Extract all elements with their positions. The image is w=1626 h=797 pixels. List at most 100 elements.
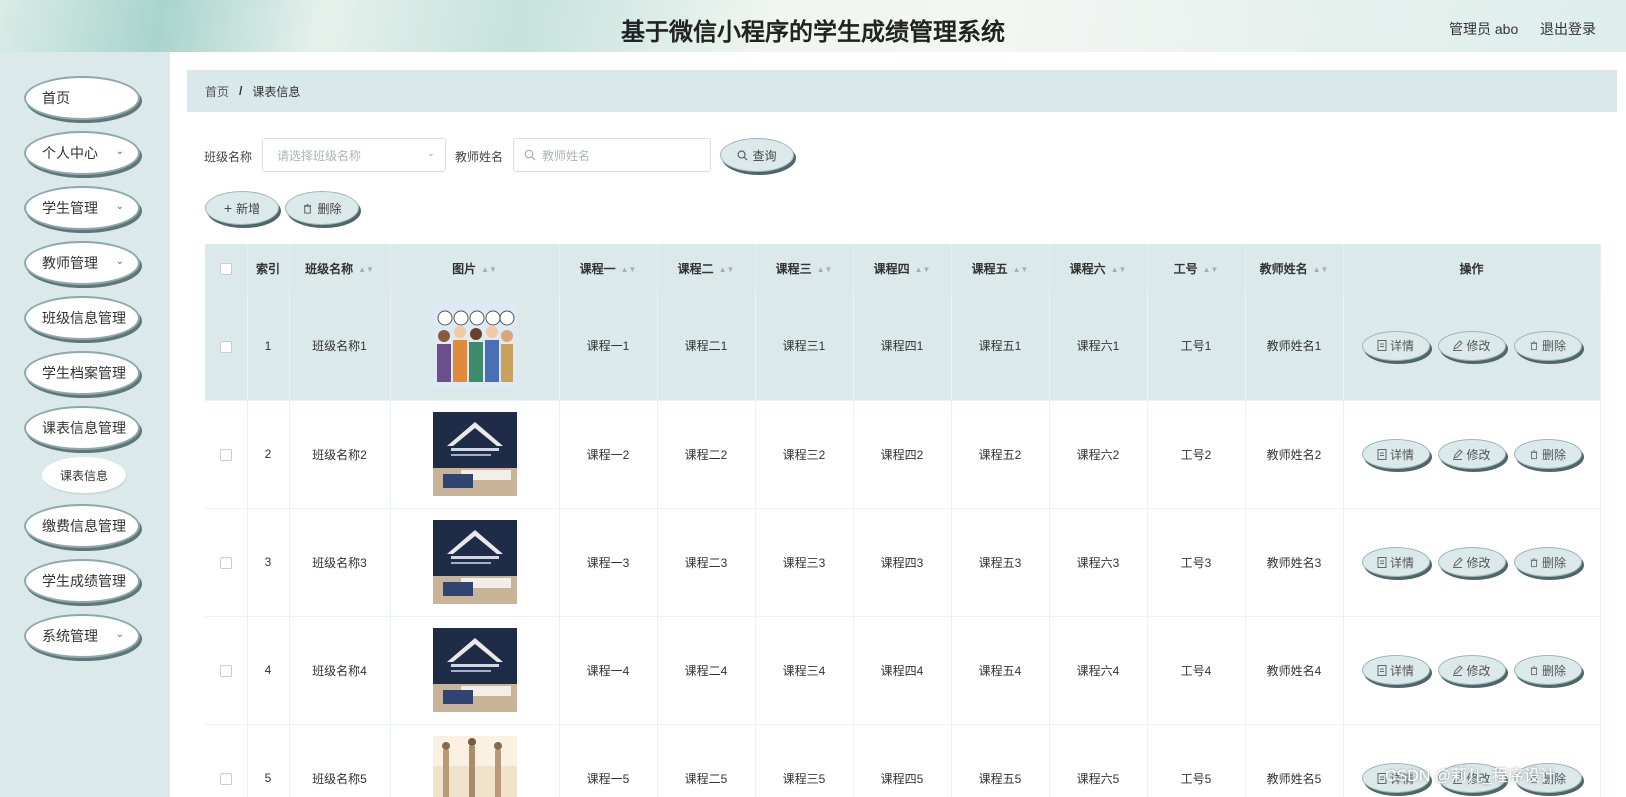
detail-button[interactable]: 详情 bbox=[1361, 330, 1430, 361]
breadcrumb: 首页 / 课表信息 bbox=[187, 70, 1617, 112]
teacher-name-cell: 教师姓名2 bbox=[1245, 400, 1344, 509]
select-all-checkbox[interactable] bbox=[219, 262, 232, 275]
course-6-cell: 课程六5 bbox=[1049, 724, 1148, 797]
sidebar: 首页 个人中心 ⌄ 学生管理 ⌄ 教师管理 ⌄ 班级信息管理 学生档案管理 课表信息管… bbox=[0, 52, 170, 797]
sort-icon[interactable]: ▲▼ bbox=[1013, 265, 1029, 274]
sort-icon[interactable]: ▲▼ bbox=[621, 265, 637, 274]
chevron-down-icon: ⌄ bbox=[115, 146, 124, 157]
row-checkbox[interactable] bbox=[219, 772, 232, 785]
delete-button[interactable]: 删除 bbox=[1513, 655, 1582, 685]
index-cell: 2 bbox=[247, 400, 290, 509]
table-row: 5 班级名称5 课程一5 课程二5 课程三5 课程四5 课程五5 课程六5 工号5 教师姓名5 详情… bbox=[205, 724, 1601, 797]
row-select-cell bbox=[205, 292, 248, 401]
column-header[interactable]: 课程五 ▲▼ bbox=[951, 244, 1050, 292]
sidebar-item-system[interactable]: 系统管理 ⌄ bbox=[24, 614, 140, 658]
breadcrumb-home[interactable]: 首页 bbox=[205, 83, 229, 100]
course-5-cell: 课程五3 bbox=[951, 508, 1050, 617]
course-1-cell: 课程一1 bbox=[559, 292, 658, 401]
class-name-select[interactable]: 请选择班级名称 ⌄ bbox=[262, 138, 446, 172]
edit-label: 修改 bbox=[1466, 447, 1491, 462]
column-header[interactable]: 教师姓名 ▲▼ bbox=[1245, 244, 1344, 292]
query-button[interactable]: 查询 bbox=[720, 138, 794, 172]
detail-button[interactable]: 详情 bbox=[1361, 655, 1430, 685]
teacher-name-label: 教师姓名 bbox=[455, 150, 504, 164]
detail-button[interactable]: 详情 bbox=[1361, 439, 1430, 469]
course-5-cell: 课程五4 bbox=[951, 616, 1050, 725]
delete-button[interactable]: 删除 bbox=[1513, 547, 1582, 577]
row-checkbox[interactable] bbox=[219, 448, 232, 461]
document-icon bbox=[1377, 340, 1387, 352]
column-header[interactable]: 班级名称 ▲▼ bbox=[289, 244, 391, 292]
column-header[interactable]: 课程二 ▲▼ bbox=[657, 244, 756, 292]
course-1-cell: 课程一2 bbox=[559, 400, 658, 509]
class-name-cell: 班级名称5 bbox=[289, 724, 391, 797]
column-header[interactable]: 课程四 ▲▼ bbox=[853, 244, 952, 292]
column-header[interactable]: 工号 ▲▼ bbox=[1147, 244, 1246, 292]
sidebar-item-home[interactable]: 首页 bbox=[24, 76, 140, 120]
column-header: 索引 bbox=[247, 244, 290, 292]
sort-icon[interactable]: ▲▼ bbox=[719, 265, 735, 274]
delete-button[interactable]: 删除 bbox=[1513, 330, 1582, 361]
sidebar-item-profile[interactable]: 个人中心 ⌄ bbox=[24, 131, 140, 175]
sidebar-item-label: 教师管理 bbox=[42, 255, 98, 271]
sort-icon[interactable]: ▲▼ bbox=[481, 265, 497, 274]
course-3-cell: 课程三1 bbox=[755, 292, 854, 401]
column-header[interactable]: 课程三 ▲▼ bbox=[755, 244, 854, 292]
detail-label: 详情 bbox=[1389, 663, 1414, 678]
chevron-down-icon: ⌄ bbox=[426, 148, 435, 159]
logout-link[interactable]: 退出登录 bbox=[1540, 19, 1596, 39]
row-checkbox[interactable] bbox=[219, 556, 232, 569]
course-2-cell: 课程二4 bbox=[657, 616, 756, 725]
detail-label: 详情 bbox=[1389, 339, 1414, 354]
row-checkbox[interactable] bbox=[219, 340, 232, 353]
sidebar-item-class-info[interactable]: 班级信息管理 bbox=[24, 296, 140, 340]
course-4-cell: 课程四1 bbox=[853, 292, 952, 401]
sort-icon[interactable]: ▲▼ bbox=[817, 265, 833, 274]
course-4-cell: 课程四4 bbox=[853, 616, 952, 725]
add-button[interactable]: + 新增 bbox=[205, 191, 279, 225]
breadcrumb-current: 课表信息 bbox=[252, 84, 301, 99]
edit-button[interactable]: 修改 bbox=[1437, 330, 1506, 361]
detail-button[interactable]: 详情 bbox=[1361, 547, 1430, 577]
sort-icon[interactable]: ▲▼ bbox=[358, 265, 374, 274]
sidebar-item-schedule[interactable]: 课表信息管理 bbox=[24, 406, 140, 450]
sidebar-item-payments[interactable]: 缴费信息管理 bbox=[24, 504, 140, 548]
course-1-cell: 课程一4 bbox=[559, 616, 658, 725]
image-cell bbox=[390, 616, 560, 725]
actions-cell: 详情 修改 删除 bbox=[1343, 508, 1601, 617]
row-select-cell bbox=[205, 400, 248, 509]
sidebar-item-grades[interactable]: 学生成绩管理 bbox=[24, 559, 140, 603]
image-cell bbox=[390, 724, 560, 797]
delete-button[interactable]: 删除 bbox=[1513, 439, 1582, 469]
sort-icon[interactable]: ▲▼ bbox=[915, 265, 931, 274]
sidebar-item-students[interactable]: 学生管理 ⌄ bbox=[24, 186, 140, 230]
course-6-cell: 课程六1 bbox=[1049, 292, 1148, 401]
edit-button[interactable]: 修改 bbox=[1437, 439, 1506, 469]
edit-button[interactable]: 修改 bbox=[1437, 655, 1506, 685]
sort-icon[interactable]: ▲▼ bbox=[1313, 265, 1329, 274]
edit-icon bbox=[1453, 556, 1464, 568]
sidebar-item-teachers[interactable]: 教师管理 ⌄ bbox=[24, 241, 140, 285]
sidebar-item-student-archive[interactable]: 学生档案管理 bbox=[24, 351, 140, 395]
sort-icon[interactable]: ▲▼ bbox=[1203, 265, 1219, 274]
course-5-cell: 课程五5 bbox=[951, 724, 1050, 797]
column-header[interactable]: 课程六 ▲▼ bbox=[1049, 244, 1148, 292]
course-6-cell: 课程六2 bbox=[1049, 400, 1148, 509]
column-header[interactable]: 图片 ▲▼ bbox=[390, 244, 560, 292]
class-name-label: 班级名称 bbox=[204, 150, 253, 164]
row-checkbox[interactable] bbox=[219, 664, 232, 677]
batch-delete-button[interactable]: 删除 bbox=[285, 191, 359, 225]
course-5-cell: 课程五2 bbox=[951, 400, 1050, 509]
row-select-cell bbox=[205, 724, 248, 797]
edit-label: 修改 bbox=[1466, 663, 1491, 678]
edit-button[interactable]: 修改 bbox=[1437, 547, 1506, 577]
row-image bbox=[432, 412, 517, 496]
sort-icon[interactable]: ▲▼ bbox=[1111, 265, 1127, 274]
sidebar-subitem-schedule-info[interactable]: 课表信息 bbox=[42, 457, 126, 493]
select-all-cell bbox=[205, 244, 248, 292]
image-cell bbox=[390, 508, 560, 617]
column-header[interactable]: 课程一 ▲▼ bbox=[559, 244, 658, 292]
teacher-name-input[interactable]: 教师姓名 bbox=[513, 138, 711, 172]
row-image bbox=[432, 303, 517, 388]
top-header: 基于微信小程序的学生成绩管理系统 管理员 abo 退出登录 bbox=[0, 0, 1626, 52]
